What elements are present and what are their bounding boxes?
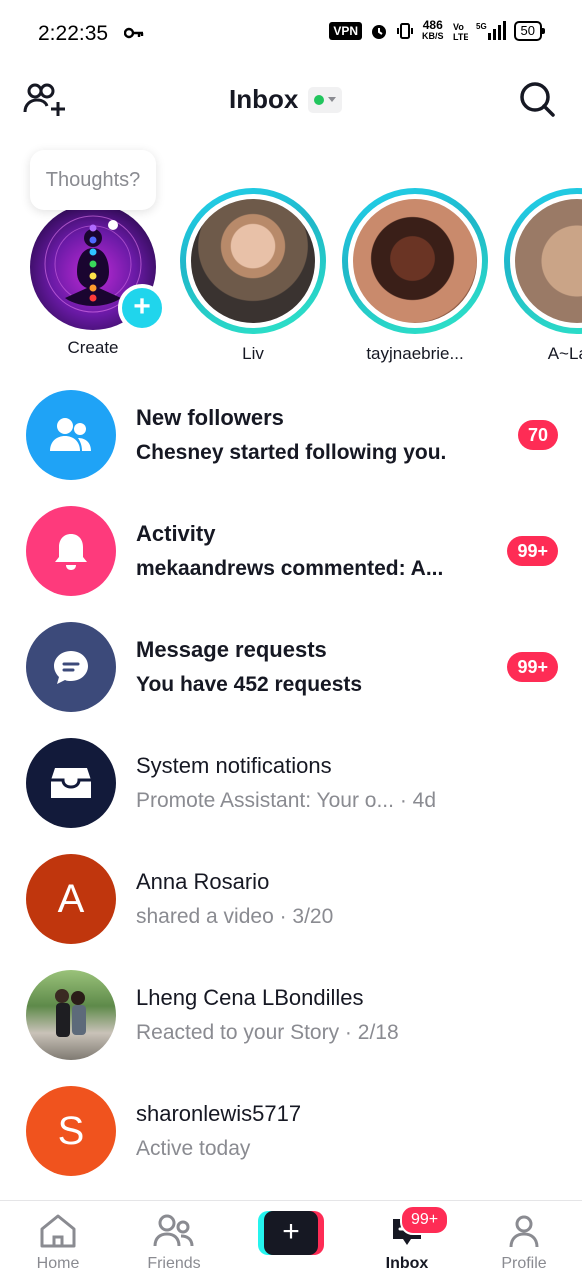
list-item-subtitle: Reacted to your Story · 2/18 (136, 1021, 399, 1044)
list-item-conversation[interactable]: A Anna Rosario shared a video · 3/20 (0, 842, 582, 958)
plus-icon: + (264, 1211, 318, 1255)
create-story-plus-button[interactable]: + (118, 284, 166, 332)
story-name: A~La'Al (547, 344, 582, 363)
svg-text:Vo: Vo (453, 22, 464, 32)
list-item-conversation[interactable]: Lheng Cena LBondilles Reacted to your St… (0, 958, 582, 1074)
signal-icon: 5G (476, 21, 506, 40)
list-item-new-followers[interactable]: New followers Chesney started following … (0, 378, 582, 494)
status-bar: 2:22:35 VPN 486 KB/S Vo LTE 5G 50 (0, 0, 582, 70)
bottom-tab-bar: Home Friends + Inbox 99+ Profile (0, 1200, 582, 1281)
alarm-icon (372, 25, 387, 39)
unread-count-badge: 99+ (507, 652, 558, 682)
story-item[interactable]: tayjnaebrie... (342, 188, 488, 364)
svg-text:LTE: LTE (453, 32, 468, 41)
inbox-tray-icon (26, 738, 116, 828)
status-icons: VPN 486 KB/S Vo LTE 5G 50 (329, 18, 546, 42)
inbox-header: Inbox (0, 70, 582, 130)
list-item-title: New followers (136, 405, 284, 430)
stories-row: Thoughts? + Create Liv tayjnaebrie... A~… (0, 140, 582, 370)
thought-bubble[interactable]: Thoughts? (30, 150, 156, 210)
inbox-tab-badge: 99+ (400, 1205, 450, 1235)
list-item-title: System notifications (136, 753, 332, 778)
list-item-title: Anna Rosario (136, 869, 270, 894)
tab-label: Home (36, 1255, 80, 1272)
list-item-subtitle: shared a video · 3/20 (136, 905, 334, 928)
unread-count-badge: 99+ (507, 536, 558, 566)
story-name: Liv (242, 344, 264, 363)
avatar: S (26, 1086, 116, 1176)
inbox-title-group[interactable]: Inbox (229, 84, 343, 115)
tab-home[interactable]: Home (13, 1213, 103, 1273)
net-speed: 486 KB/S (422, 18, 444, 41)
chevron-down-icon (328, 97, 337, 102)
list-item-subtitle: You have 452 requests (136, 673, 363, 696)
vpn-badge: VPN (329, 22, 363, 40)
create-story-label: Create (67, 338, 119, 357)
list-item-activity[interactable]: Activity mekaandrews commented: A... 99+ (0, 494, 582, 610)
key-icon (124, 27, 144, 39)
avatar-letter: S (57, 1108, 85, 1153)
story-item[interactable]: Liv (180, 188, 326, 364)
battery-indicator: 50 (513, 21, 546, 41)
add-friends-icon[interactable] (22, 82, 66, 118)
list-item-title: Message requests (136, 637, 327, 662)
story-name: tayjnaebrie... (366, 344, 464, 363)
list-item-subtitle: Active today (136, 1137, 251, 1160)
bell-icon (26, 506, 116, 596)
volte-icon: VoLTE (453, 22, 468, 41)
story-item[interactable]: A~La'Al (504, 188, 582, 364)
list-item-title: sharonlewis5717 (136, 1101, 302, 1126)
tab-label: Profile (501, 1255, 547, 1272)
search-icon[interactable] (518, 80, 556, 118)
status-time: 2:22:35 (38, 22, 109, 45)
list-item-title: Activity (136, 521, 216, 546)
tab-friends[interactable]: Friends (129, 1213, 219, 1273)
list-item-system-notifications[interactable]: System notifications Promote Assistant: … (0, 726, 582, 842)
list-item-message-requests[interactable]: Message requests You have 452 requests 9… (0, 610, 582, 726)
list-item-title: Lheng Cena LBondilles (136, 985, 364, 1010)
profile-icon (509, 1215, 539, 1248)
thought-bubble-tail (108, 220, 118, 230)
avatar-letter: A (57, 876, 85, 921)
tab-label: Friends (147, 1255, 201, 1272)
avatar: A (26, 854, 116, 944)
list-item-subtitle: Chesney started following you. (136, 441, 447, 464)
online-status-dot (314, 94, 325, 105)
list-item-subtitle: mekaandrews commented: A... (136, 557, 444, 580)
unread-count-badge: 70 (517, 420, 558, 450)
avatar (353, 199, 477, 323)
avatar (191, 199, 315, 323)
svg-text:5G: 5G (476, 22, 487, 31)
avatar (26, 970, 116, 1060)
list-item-conversation[interactable]: S sharonlewis5717 Active today (0, 1074, 582, 1190)
tab-profile[interactable]: Profile (479, 1213, 569, 1273)
online-status-toggle[interactable] (308, 86, 343, 113)
story-ring (180, 188, 326, 334)
list-item-subtitle: Promote Assistant: Your o... · 4d (136, 789, 436, 812)
page-title: Inbox (229, 84, 299, 114)
story-ring (342, 188, 488, 334)
users-icon (26, 390, 116, 480)
vibrate-icon (397, 23, 414, 39)
message-icon (26, 622, 116, 712)
home-icon (40, 1214, 76, 1248)
tab-label: Inbox (385, 1255, 429, 1272)
friends-icon (153, 1214, 194, 1247)
create-video-button[interactable]: + (258, 1211, 324, 1255)
story-ring (504, 188, 582, 334)
